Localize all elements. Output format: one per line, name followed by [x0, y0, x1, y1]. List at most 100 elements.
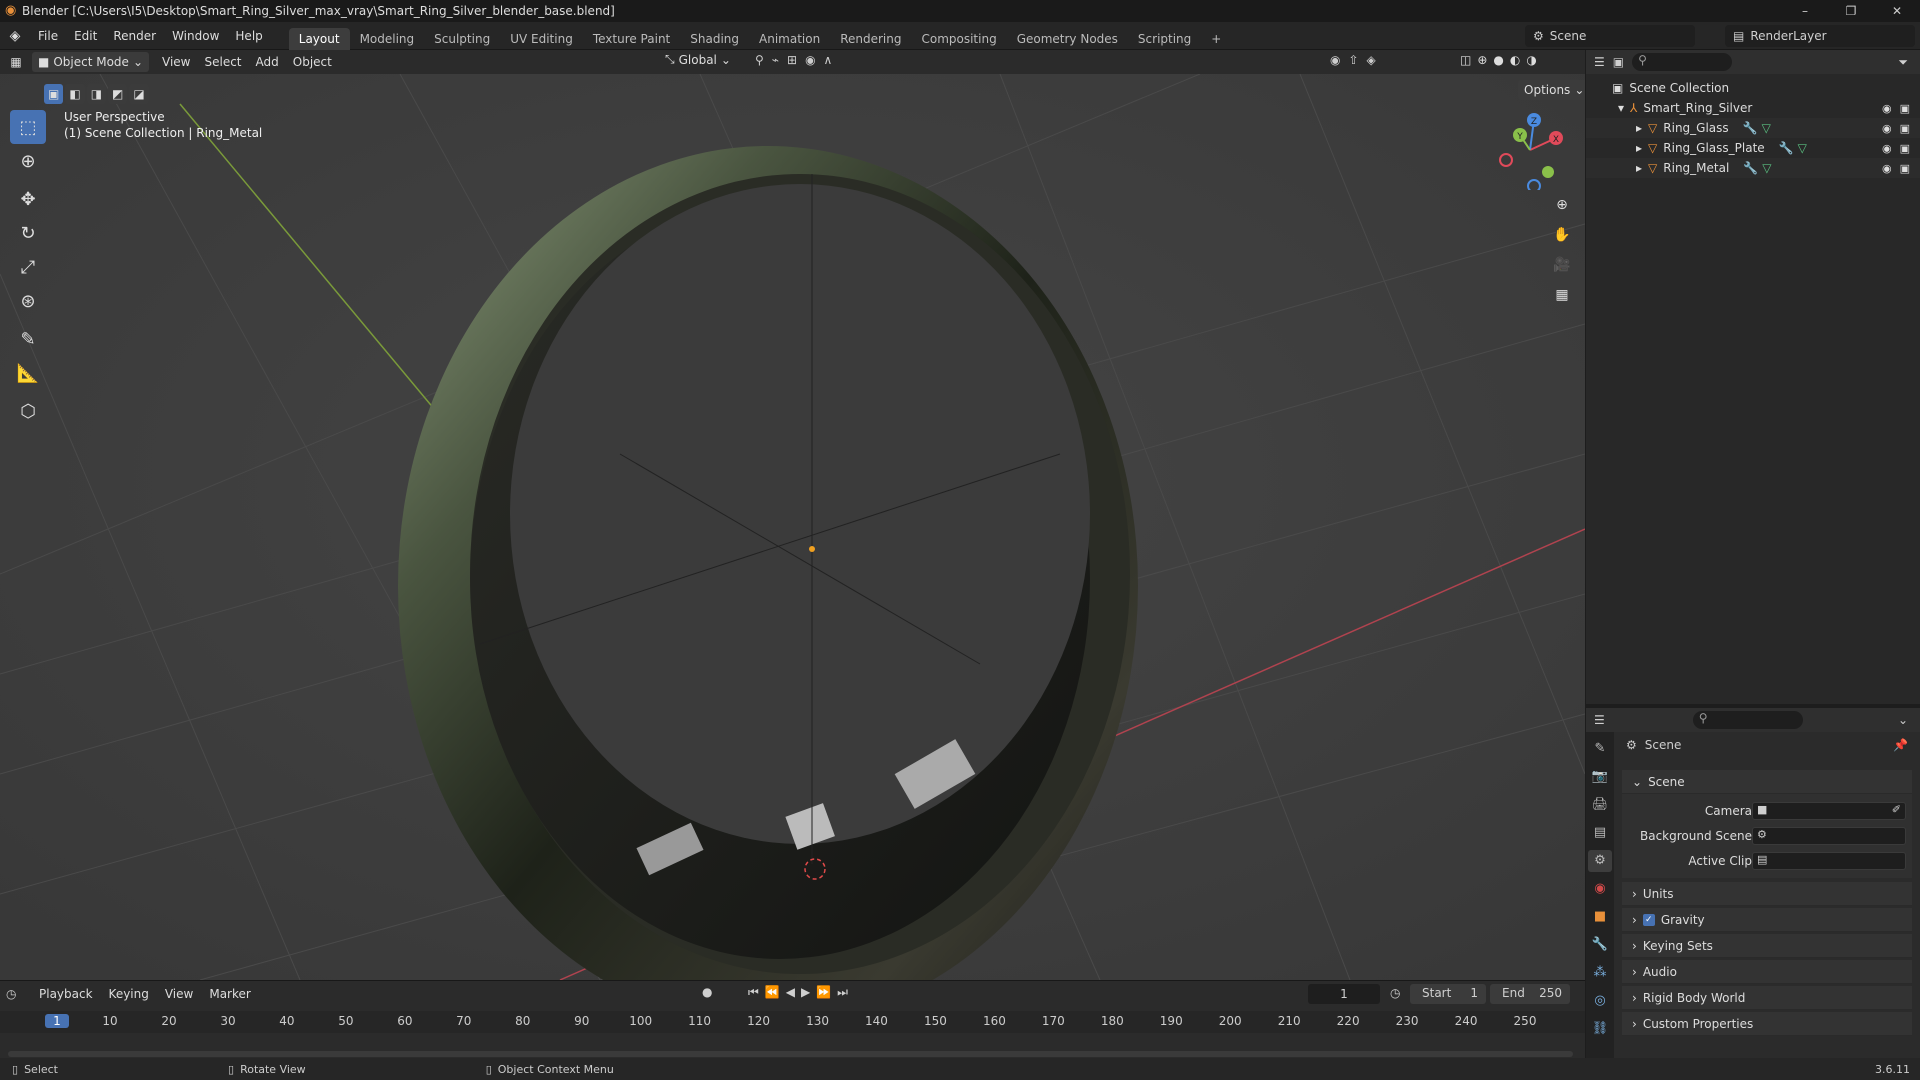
add-cube-tool-icon[interactable]: ⬡	[10, 394, 46, 428]
snapping-controls[interactable]: ⚲⌁⊞◉∧	[755, 53, 840, 67]
expand-arrow-icon[interactable]: ▾	[1618, 101, 1624, 115]
tab-modeling[interactable]: Modeling	[350, 28, 425, 50]
navigation-gizmo[interactable]: X Z Y	[1490, 110, 1570, 190]
current-frame-field[interactable]: 1	[1308, 984, 1380, 1004]
expand-arrow-icon[interactable]: ▸	[1636, 121, 1642, 135]
menu-edit[interactable]: Edit	[66, 22, 105, 50]
eye-icon[interactable]: ◉	[1882, 122, 1892, 135]
menu-keying[interactable]: Keying	[102, 982, 156, 1006]
zoom-icon[interactable]: ⊕	[1549, 192, 1575, 218]
eye-icon[interactable]: ◉	[1882, 162, 1892, 175]
menu-render[interactable]: Render	[105, 22, 164, 50]
minimize-button[interactable]: –	[1782, 0, 1828, 22]
keying-sets-panel-header[interactable]: › Keying Sets	[1622, 934, 1912, 958]
camera-icon[interactable]: ▣	[1900, 102, 1910, 115]
playback-controls[interactable]: ⏮⏪◀▶⏩⏭	[748, 985, 854, 1000]
menu-window[interactable]: Window	[164, 22, 227, 50]
gravity-panel-header[interactable]: › ✓ Gravity	[1622, 908, 1912, 932]
world-tab-icon[interactable]: ◉	[1594, 878, 1605, 900]
tab-animation[interactable]: Animation	[749, 28, 830, 50]
move-tool-icon[interactable]: ✥	[10, 182, 46, 216]
editor-type-icon[interactable]: ◷	[6, 987, 30, 1001]
orientation-dropdown[interactable]: ⤡ Global ⌄	[665, 52, 731, 67]
render-tab-icon[interactable]: 📷	[1592, 766, 1608, 788]
menu-object[interactable]: Object	[286, 50, 339, 74]
start-frame-field[interactable]: Start 1	[1410, 984, 1486, 1004]
transform-tool-icon[interactable]: ⊛	[10, 284, 46, 318]
scene-selector[interactable]: ⚙ Scene	[1525, 25, 1695, 47]
pin-icon[interactable]: 📌	[1893, 738, 1908, 752]
outliner-object-row[interactable]: ▸ ▽ Ring_Glass_Plate 🔧 ▽ ◉ ▣	[1586, 138, 1920, 158]
custom-properties-panel-header[interactable]: › Custom Properties	[1622, 1012, 1912, 1036]
record-icon[interactable]: ●	[702, 985, 712, 999]
units-panel-header[interactable]: › Units	[1622, 882, 1912, 906]
camera-field[interactable]: ■ ✐	[1752, 802, 1906, 820]
select-invert-icon[interactable]: ◩	[108, 84, 128, 104]
select-extend-icon[interactable]: ◧	[65, 84, 85, 104]
expand-arrow-icon[interactable]: ▸	[1636, 141, 1642, 155]
active-clip-field[interactable]: ▤	[1752, 852, 1906, 870]
pan-hand-icon[interactable]: ✋	[1549, 222, 1575, 248]
tab-shading[interactable]: Shading	[680, 28, 749, 50]
3d-viewport[interactable]: ▣ ◧ ◨ ◩ ◪ ⬚ ⊕ ✥ ↻ ⤢ ⊛ ✎ 📐 ⬡ User Perspec…	[0, 74, 1585, 980]
particles-tab-icon[interactable]: ⁂	[1594, 962, 1607, 984]
maximize-button[interactable]: ❐	[1828, 0, 1874, 22]
visibility-icon[interactable]: ◉⇧◈	[1330, 53, 1384, 67]
rigid-body-world-panel-header[interactable]: › Rigid Body World	[1622, 986, 1912, 1010]
cursor-tool-icon[interactable]: ⊕	[10, 144, 46, 178]
menu-timeline-view[interactable]: View	[158, 982, 200, 1006]
select-intersect-icon[interactable]: ◪	[129, 84, 149, 104]
clock-icon[interactable]: ◷	[1390, 986, 1400, 1000]
view-layer-selector[interactable]: ▤ RenderLayer	[1725, 25, 1915, 47]
camera-icon[interactable]: ▣	[1900, 122, 1910, 135]
select-tool-icon[interactable]: ⬚	[10, 110, 46, 144]
mesh-data-icon[interactable]: ▽	[1762, 161, 1771, 175]
background-scene-field[interactable]: ⚙	[1752, 827, 1906, 845]
tab-sculpting[interactable]: Sculpting	[424, 28, 500, 50]
tab-uv-editing[interactable]: UV Editing	[500, 28, 583, 50]
timeline-scrollbar[interactable]	[8, 1051, 1573, 1057]
scene-tab-icon[interactable]: ⚙	[1588, 850, 1612, 872]
annotate-tool-icon[interactable]: ✎	[10, 322, 46, 356]
editor-type-icon[interactable]: ☰	[1594, 55, 1605, 69]
tool-tab-icon[interactable]: ✎	[1595, 738, 1606, 760]
view-layer-tab-icon[interactable]: ▤	[1594, 822, 1606, 844]
tab-texture-paint[interactable]: Texture Paint	[583, 28, 680, 50]
camera-icon[interactable]: ▣	[1900, 142, 1910, 155]
menu-add[interactable]: Add	[249, 50, 286, 74]
constraints-tab-icon[interactable]: ⛓	[1592, 1018, 1609, 1040]
object-tab-icon[interactable]: ■	[1594, 906, 1606, 928]
frame-ruler[interactable]: 1 10 20 30 40 50 60 70 80 90 100 110 120 130 140 150 160…	[0, 1011, 1585, 1033]
chevron-down-icon[interactable]: ⌄	[1898, 713, 1908, 727]
menu-marker[interactable]: Marker	[202, 982, 257, 1006]
editor-type-icon[interactable]: ☰	[1594, 713, 1605, 727]
camera-icon[interactable]: ▣	[1900, 162, 1910, 175]
outliner-collection-row[interactable]: ▾ ⅄ Smart_Ring_Silver ◉ ▣	[1586, 98, 1920, 118]
tab-layout[interactable]: Layout	[288, 27, 350, 50]
close-button[interactable]: ✕	[1874, 0, 1920, 22]
select-box-icon[interactable]: ▣	[44, 84, 64, 104]
mesh-data-icon[interactable]: ▽	[1798, 141, 1807, 155]
display-mode-icon[interactable]: ▣	[1613, 55, 1624, 69]
menu-file[interactable]: File	[30, 22, 66, 50]
filter-icon[interactable]: ⏷	[1898, 55, 1908, 70]
select-subtract-icon[interactable]: ◨	[86, 84, 107, 104]
scale-tool-icon[interactable]: ⤢	[10, 250, 46, 284]
blender-menu-icon[interactable]: ◈	[0, 28, 30, 44]
modifier-wrench-icon[interactable]: 🔧	[1779, 141, 1794, 155]
properties-search-input[interactable]: ⚲	[1692, 711, 1803, 729]
tab-scripting[interactable]: Scripting	[1128, 28, 1201, 50]
playhead[interactable]: 1	[45, 1014, 69, 1028]
audio-panel-header[interactable]: › Audio	[1622, 960, 1912, 984]
expand-arrow-icon[interactable]: ▸	[1636, 161, 1642, 175]
editor-type-icon[interactable]: ▦	[0, 55, 32, 69]
tab-compositing[interactable]: Compositing	[911, 28, 1006, 50]
eye-icon[interactable]: ◉	[1882, 142, 1892, 155]
modifier-tab-icon[interactable]: 🔧	[1592, 934, 1608, 956]
options-dropdown[interactable]: Options ⌄	[1518, 80, 1585, 100]
outliner-object-row[interactable]: ▸ ▽ Ring_Metal 🔧 ▽ ◉ ▣	[1586, 158, 1920, 178]
output-tab-icon[interactable]: 🖨	[1592, 794, 1609, 816]
menu-view[interactable]: View	[155, 50, 197, 74]
outliner-search-input[interactable]: ⚲	[1632, 53, 1733, 71]
shading-mode-icon[interactable]: ◫⊕●◐◑	[1460, 53, 1543, 67]
